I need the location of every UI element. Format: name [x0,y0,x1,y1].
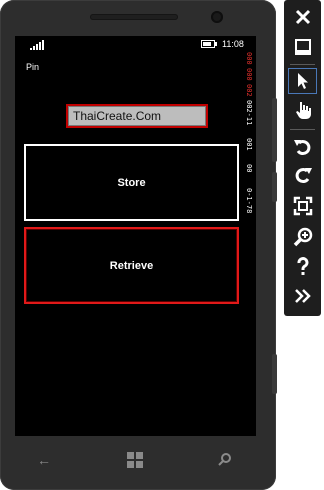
fit-to-screen-icon[interactable] [288,193,317,219]
windows-logo-icon[interactable] [127,452,143,468]
debug-counter: 000 [245,52,253,65]
minimize-icon[interactable] [288,34,317,60]
touch-hand-icon[interactable] [288,97,317,123]
earpiece-speaker [90,14,178,20]
retrieve-button-label: Retrieve [109,259,154,272]
rotate-left-icon[interactable] [288,134,317,160]
debug-counter: 00 [245,164,253,173]
toolbar-separator [290,129,315,130]
retrieve-button[interactable]: Retrieve [24,227,239,304]
debug-counter: 002 [245,84,253,97]
toolbar-separator [290,64,315,65]
debug-counter: 000 [245,68,253,81]
status-bar: 11:08 [15,36,256,56]
rotate-right-icon[interactable] [288,162,317,188]
status-time: 11:08 [222,39,244,49]
volume-button[interactable] [272,98,277,162]
pin-textbox[interactable]: ThaiCreate.Com [66,104,208,128]
debug-counter: 0-1-78 [245,188,253,214]
close-icon[interactable] [288,4,317,30]
front-camera [211,11,223,23]
power-button[interactable] [272,172,277,202]
phone-screen: 11:08 Pin ThaiCreate.Com Store Retrieve … [15,36,256,436]
store-button-label: Store [117,176,146,189]
frame-rate-counters: 000 000 002 002-11 001 00 0-1-78 [243,52,256,292]
back-arrow-icon[interactable]: ← [37,452,51,468]
signal-strength-icon [30,40,44,50]
zoom-icon[interactable] [288,224,317,250]
battery-icon [201,40,219,49]
debug-counter: 002-11 [245,100,253,126]
pin-textbox-value: ThaiCreate.Com [73,109,162,123]
emulator-toolbar [284,0,321,316]
search-icon[interactable] [218,452,232,469]
store-button[interactable]: Store [24,144,239,221]
phone-navigation-bar: ← [15,440,256,484]
page-title: Pin [26,62,40,72]
phone-frame: 11:08 Pin ThaiCreate.Com Store Retrieve … [0,0,277,490]
debug-counter: 001 [245,138,253,151]
help-icon[interactable] [288,254,317,280]
additional-tools-icon[interactable] [288,283,317,309]
pointer-icon[interactable] [288,68,317,94]
camera-button[interactable] [272,354,277,394]
